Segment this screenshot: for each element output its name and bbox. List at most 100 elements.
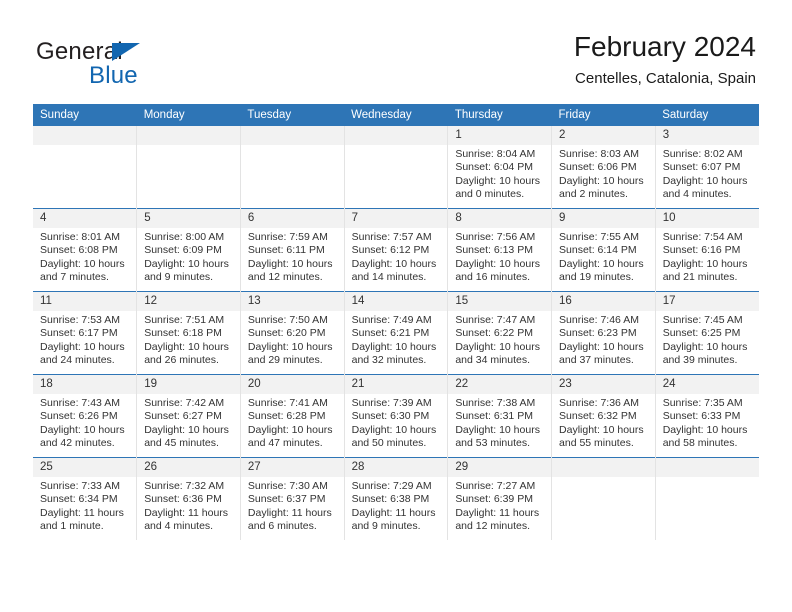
day-detail-daylight1: Daylight: 10 hours — [559, 423, 644, 436]
day-detail-sunrise: Sunrise: 8:00 AM — [144, 231, 225, 243]
day-detail-daylight2: and 55 minutes. — [559, 436, 634, 449]
calendar-day-cell[interactable]: 19 Sunrise: 7:42 AM Sunset: 6:27 PM Dayligh… — [136, 374, 241, 458]
day-detail-sunset: Sunset: 6:23 PM — [559, 327, 637, 340]
day-detail-sunset: Sunset: 6:17 PM — [40, 327, 118, 340]
calendar-day-cell[interactable]: 9 Sunrise: 7:55 AM Sunset: 6:14 PM Daylight… — [551, 208, 656, 292]
day-detail-daylight1: Daylight: 10 hours — [40, 257, 125, 270]
day-detail-daylight2: and 12 minutes. — [247, 270, 323, 283]
calendar-day-cell[interactable]: 6 Sunrise: 7:59 AM Sunset: 6:11 PM Daylight… — [239, 208, 345, 292]
day-details: Sunrise: 7:51 AM Sunset: 6:18 PM Daylight:… — [137, 311, 240, 367]
calendar-day-cell[interactable]: 26 Sunrise: 7:32 AM Sunset: 6:36 PM Dayligh… — [136, 457, 241, 540]
calendar-day-cell[interactable]: 16 Sunrise: 7:46 AM Sunset: 6:23 PM Dayligh… — [551, 291, 656, 375]
day-number: 18 — [33, 375, 137, 394]
calendar-day-cell[interactable]: 12 Sunrise: 7:51 AM Sunset: 6:18 PM Dayligh… — [136, 291, 241, 375]
day-number — [240, 126, 344, 145]
day-detail-daylight2: and 50 minutes. — [351, 436, 427, 449]
day-details: Sunrise: 7:56 AM Sunset: 6:13 PM Daylight:… — [448, 228, 551, 284]
day-detail-daylight2: and 29 minutes. — [247, 353, 323, 366]
calendar-grid: Sunday Monday Tuesday Wednesday Thursday… — [33, 104, 759, 540]
day-detail-sunrise: Sunrise: 7:39 AM — [351, 397, 432, 409]
day-details: Sunrise: 7:36 AM Sunset: 6:32 PM Daylight:… — [552, 394, 655, 450]
calendar-day-cell[interactable]: 22 Sunrise: 7:38 AM Sunset: 6:31 PM Dayligh… — [447, 374, 552, 458]
day-detail-sunset: Sunset: 6:04 PM — [455, 161, 533, 174]
calendar-day-cell[interactable]: 5 Sunrise: 8:00 AM Sunset: 6:09 PM Daylight… — [136, 208, 241, 292]
day-detail-sunset: Sunset: 6:34 PM — [40, 493, 118, 506]
day-detail-sunrise: Sunrise: 7:51 AM — [144, 314, 225, 326]
weekday-header-row: Sunday Monday Tuesday Wednesday Thursday… — [33, 104, 759, 126]
triangle-icon — [112, 43, 140, 61]
day-number: 8 — [448, 209, 552, 228]
day-details: Sunrise: 7:59 AM Sunset: 6:11 PM Daylight:… — [241, 228, 344, 284]
calendar-day-cell[interactable]: 4 Sunrise: 8:01 AM Sunset: 6:08 PM Daylight… — [33, 208, 137, 292]
day-detail-daylight1: Daylight: 10 hours — [455, 423, 540, 436]
calendar-day-cell[interactable]: 3 Sunrise: 8:02 AM Sunset: 6:07 PM Daylight… — [654, 126, 759, 209]
calendar-day-cell[interactable]: 29 Sunrise: 7:27 AM Sunset: 6:39 PM Dayligh… — [447, 457, 552, 540]
calendar-day-cell[interactable]: 2 Sunrise: 8:03 AM Sunset: 6:06 PM Daylight… — [551, 126, 656, 209]
day-detail-daylight2: and 24 minutes. — [40, 353, 115, 366]
day-detail-daylight1: Daylight: 10 hours — [351, 257, 437, 270]
day-detail-sunrise: Sunrise: 7:32 AM — [144, 480, 225, 492]
day-detail-sunrise: Sunrise: 7:57 AM — [351, 231, 432, 243]
day-detail-daylight1: Daylight: 10 hours — [559, 257, 644, 270]
title-block: February 2024 Centelles, Catalonia, Spai… — [574, 30, 756, 89]
calendar-day-cell[interactable]: 14 Sunrise: 7:49 AM Sunset: 6:21 PM Dayligh… — [343, 291, 448, 375]
day-detail-daylight2: and 58 minutes. — [662, 436, 738, 449]
day-detail-sunset: Sunset: 6:33 PM — [662, 410, 741, 423]
day-detail-daylight2: and 26 minutes. — [144, 353, 219, 366]
day-number: 24 — [655, 375, 759, 394]
calendar-day-cell-empty — [239, 126, 345, 209]
calendar-day-cell[interactable]: 28 Sunrise: 7:29 AM Sunset: 6:38 PM Dayligh… — [343, 457, 448, 540]
day-details: Sunrise: 7:54 AM Sunset: 6:16 PM Daylight:… — [656, 228, 759, 284]
day-number: 29 — [448, 458, 552, 477]
day-detail-daylight2: and 42 minutes. — [40, 436, 115, 449]
day-detail-sunrise: Sunrise: 7:46 AM — [559, 314, 639, 326]
calendar-day-cell[interactable]: 7 Sunrise: 7:57 AM Sunset: 6:12 PM Daylight… — [343, 208, 448, 292]
day-detail-sunrise: Sunrise: 7:29 AM — [351, 480, 432, 492]
calendar-day-cell[interactable]: 18 Sunrise: 7:43 AM Sunset: 6:26 PM Dayligh… — [33, 374, 137, 458]
calendar-day-cell[interactable]: 8 Sunrise: 7:56 AM Sunset: 6:13 PM Daylight… — [447, 208, 552, 292]
day-details: Sunrise: 7:49 AM Sunset: 6:21 PM Daylight:… — [345, 311, 448, 367]
day-detail-sunrise: Sunrise: 7:41 AM — [247, 397, 328, 409]
day-detail-sunrise: Sunrise: 8:04 AM — [455, 148, 536, 160]
calendar-day-cell[interactable]: 15 Sunrise: 7:47 AM Sunset: 6:22 PM Dayligh… — [447, 291, 552, 375]
day-detail-daylight2: and 32 minutes. — [351, 353, 427, 366]
calendar-day-cell[interactable]: 17 Sunrise: 7:45 AM Sunset: 6:25 PM Dayligh… — [654, 291, 759, 375]
calendar-day-cell[interactable]: 25 Sunrise: 7:33 AM Sunset: 6:34 PM Dayligh… — [33, 457, 137, 540]
day-detail-sunset: Sunset: 6:25 PM — [662, 327, 741, 340]
day-number: 11 — [33, 292, 137, 311]
calendar-day-cell[interactable]: 13 Sunrise: 7:50 AM Sunset: 6:20 PM Dayligh… — [239, 291, 345, 375]
day-details: Sunrise: 7:35 AM Sunset: 6:33 PM Daylight:… — [656, 394, 759, 450]
day-detail-daylight2: and 14 minutes. — [351, 270, 427, 283]
day-number: 28 — [344, 458, 448, 477]
calendar-day-cell[interactable]: 27 Sunrise: 7:30 AM Sunset: 6:37 PM Dayligh… — [239, 457, 345, 540]
day-details: Sunrise: 7:27 AM Sunset: 6:39 PM Daylight:… — [448, 477, 551, 533]
day-detail-sunrise: Sunrise: 7:30 AM — [247, 480, 328, 492]
day-number: 25 — [33, 458, 137, 477]
calendar-day-cell[interactable]: 23 Sunrise: 7:36 AM Sunset: 6:32 PM Dayligh… — [551, 374, 656, 458]
calendar-day-cell[interactable]: 24 Sunrise: 7:35 AM Sunset: 6:33 PM Dayligh… — [654, 374, 759, 458]
calendar-day-cell[interactable]: 1 Sunrise: 8:04 AM Sunset: 6:04 PM Daylight… — [447, 126, 552, 209]
day-number: 20 — [240, 375, 344, 394]
day-detail-daylight1: Daylight: 10 hours — [40, 423, 125, 436]
calendar-day-cell[interactable]: 20 Sunrise: 7:41 AM Sunset: 6:28 PM Dayligh… — [239, 374, 345, 458]
calendar-day-cell[interactable]: 21 Sunrise: 7:39 AM Sunset: 6:30 PM Dayligh… — [343, 374, 448, 458]
day-detail-daylight2: and 2 minutes. — [559, 187, 628, 200]
day-details: Sunrise: 8:02 AM Sunset: 6:07 PM Daylight:… — [656, 145, 759, 201]
calendar-week-row: 18 Sunrise: 7:43 AM Sunset: 6:26 PM Dayligh… — [33, 374, 759, 458]
day-number — [137, 126, 240, 145]
day-detail-daylight1: Daylight: 10 hours — [662, 423, 748, 436]
day-detail-sunset: Sunset: 6:39 PM — [455, 493, 533, 506]
day-detail-sunset: Sunset: 6:38 PM — [351, 493, 430, 506]
day-details: Sunrise: 7:55 AM Sunset: 6:14 PM Daylight:… — [552, 228, 655, 284]
day-detail-daylight1: Daylight: 10 hours — [662, 340, 748, 353]
day-detail-daylight1: Daylight: 10 hours — [559, 174, 644, 187]
day-detail-daylight1: Daylight: 10 hours — [455, 257, 540, 270]
day-detail-daylight2: and 1 minute. — [40, 519, 104, 532]
calendar-day-cell-empty — [551, 457, 656, 540]
day-detail-daylight1: Daylight: 10 hours — [144, 423, 229, 436]
day-details: Sunrise: 7:41 AM Sunset: 6:28 PM Daylight:… — [241, 394, 344, 450]
calendar-day-cell[interactable]: 10 Sunrise: 7:54 AM Sunset: 6:16 PM Dayligh… — [654, 208, 759, 292]
calendar-day-cell[interactable]: 11 Sunrise: 7:53 AM Sunset: 6:17 PM Dayligh… — [33, 291, 137, 375]
day-detail-sunrise: Sunrise: 7:35 AM — [662, 397, 743, 409]
weekday-header-thursday: Thursday — [447, 104, 552, 126]
